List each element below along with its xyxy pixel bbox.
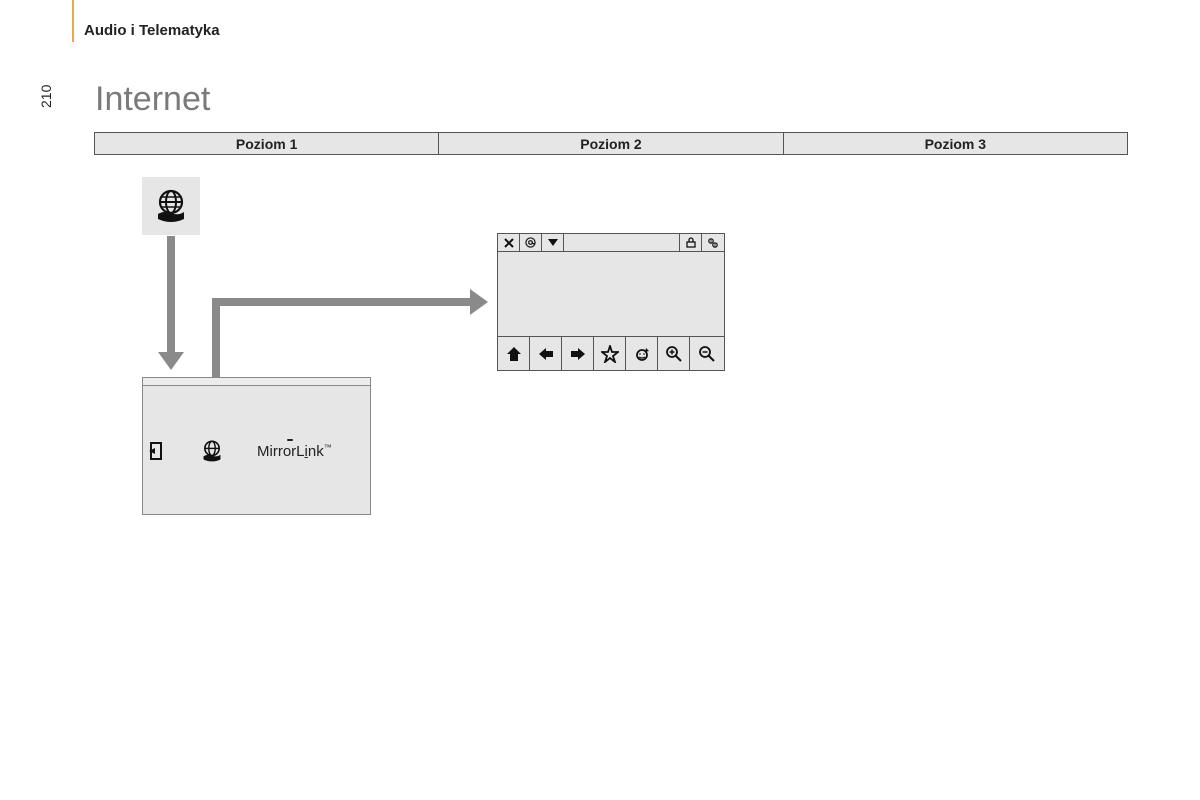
star-icon[interactable] xyxy=(594,337,626,370)
settings-icon[interactable] xyxy=(702,234,724,251)
internet-root-icon-box xyxy=(142,177,200,235)
back-icon[interactable] xyxy=(530,337,562,370)
zoom-in-icon[interactable] xyxy=(658,337,690,370)
zoom-out-icon[interactable] xyxy=(690,337,724,370)
refresh-icon[interactable] xyxy=(626,337,658,370)
arrow-down-head xyxy=(158,352,184,370)
level-2-header: Poziom 2 xyxy=(439,132,783,155)
exit-icon[interactable] xyxy=(149,442,167,460)
section-label: Audio i Telematyka xyxy=(84,22,220,39)
browser-toolbar-bottom xyxy=(498,336,724,370)
arrow-right-head xyxy=(470,289,488,315)
at-icon[interactable] xyxy=(520,234,542,251)
browser-toolbar-top xyxy=(498,234,724,252)
globe-hand-icon xyxy=(151,186,191,226)
arrow-right xyxy=(212,298,472,306)
mirrorlink-label[interactable]: MirrorLink™ xyxy=(257,443,332,460)
panel-title-strip xyxy=(143,378,370,386)
address-bar[interactable] xyxy=(564,234,680,251)
level-header-row: Poziom 1 Poziom 2 Poziom 3 xyxy=(94,132,1128,155)
close-icon[interactable] xyxy=(498,234,520,251)
dropdown-icon[interactable] xyxy=(542,234,564,251)
arrow-vert-segment xyxy=(212,298,220,378)
page-title: Internet xyxy=(95,80,210,119)
lock-icon[interactable] xyxy=(680,234,702,251)
level1-menu-panel: MirrorLink™ xyxy=(142,377,371,515)
page-number: 210 xyxy=(38,85,54,108)
forward-icon[interactable] xyxy=(562,337,594,370)
home-icon[interactable] xyxy=(498,337,530,370)
level-3-header: Poziom 3 xyxy=(784,132,1128,155)
header-rule xyxy=(72,0,74,42)
arrow-down xyxy=(167,236,175,354)
level-1-header: Poziom 1 xyxy=(94,132,439,155)
globe-hand-icon-small[interactable] xyxy=(199,438,225,464)
browser-panel xyxy=(497,233,725,371)
